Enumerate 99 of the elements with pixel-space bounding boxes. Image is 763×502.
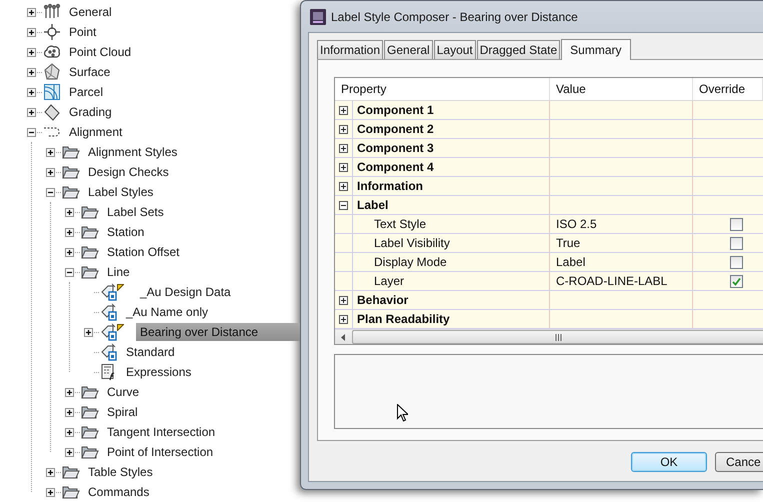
expand-icon[interactable] — [27, 48, 36, 56]
tab[interactable]: Dragged State — [476, 40, 560, 59]
expand-icon[interactable] — [27, 88, 36, 96]
tree-item[interactable]: Expressions — [122, 363, 196, 381]
dialog-button[interactable]: Cance — [715, 452, 763, 472]
horizontal-scrollbar[interactable] — [335, 329, 763, 344]
surface-icon — [43, 63, 61, 81]
category-label: Component 3 — [356, 141, 434, 155]
tab[interactable]: Summary — [561, 39, 630, 60]
tab[interactable]: Layout — [434, 40, 476, 59]
tree-item[interactable]: Point — [65, 23, 100, 41]
collapse-icon[interactable] — [339, 200, 348, 210]
expand-icon[interactable] — [46, 488, 55, 496]
category-label: Component 2 — [356, 122, 434, 136]
collapse-icon[interactable] — [46, 188, 55, 196]
category-label: Component 1 — [356, 103, 434, 117]
expand-icon[interactable] — [339, 314, 348, 324]
tree-item[interactable]: Standard — [122, 343, 179, 361]
column-header[interactable]: Override — [699, 82, 746, 96]
label-style-icon — [100, 283, 118, 301]
tree-item[interactable]: Point Cloud — [65, 43, 136, 61]
label-style-icon — [100, 343, 118, 361]
tree-item[interactable]: Commands — [84, 483, 154, 501]
expand-icon[interactable] — [65, 248, 74, 256]
property-name: Display Mode — [373, 255, 447, 269]
tree-item[interactable]: Tangent Intersection — [103, 423, 220, 441]
expand-icon[interactable] — [339, 106, 348, 114]
expand-icon[interactable] — [65, 208, 74, 216]
expand-icon[interactable] — [46, 148, 55, 156]
tree-item[interactable]: Parcel — [65, 83, 108, 101]
expand-icon[interactable] — [46, 168, 55, 176]
tab[interactable]: Information — [317, 40, 384, 59]
category-label: Information — [356, 179, 423, 193]
tree-item[interactable]: Bearing over Distance — [136, 323, 300, 341]
expand-icon[interactable] — [84, 328, 93, 336]
category-label: Component 4 — [356, 160, 434, 174]
tree-item[interactable]: General — [65, 3, 116, 21]
grip-icon — [554, 334, 562, 340]
collapse-icon[interactable] — [27, 128, 36, 136]
override-checkbox[interactable] — [730, 218, 743, 230]
category-label: Plan Readability — [356, 312, 450, 326]
expand-icon[interactable] — [27, 8, 36, 16]
app-icon — [310, 8, 326, 24]
value-cell: True — [550, 234, 693, 252]
expand-icon[interactable] — [65, 388, 74, 396]
tools-icon — [43, 3, 61, 21]
tree-item[interactable]: Line — [103, 263, 134, 281]
parcel-icon — [43, 83, 61, 101]
crosshair-icon — [43, 23, 61, 41]
expand-icon[interactable] — [339, 124, 348, 134]
dialog-button[interactable]: OK — [631, 452, 707, 472]
tree-item[interactable]: Alignment Styles — [84, 143, 182, 161]
window-title: Label Style Composer - Bearing over Distance — [331, 10, 578, 24]
expand-icon[interactable] — [339, 144, 348, 152]
left-arrow-icon[interactable] — [341, 334, 346, 340]
value-cell: ISO 2.5 — [550, 215, 693, 233]
tree-item[interactable]: Table Styles — [84, 463, 157, 481]
property-name: Text Style — [373, 217, 426, 231]
tree-item[interactable]: Label Sets — [103, 203, 168, 221]
tree-item[interactable]: Station — [103, 223, 148, 241]
expand-icon[interactable] — [339, 162, 348, 172]
tab[interactable]: General — [384, 40, 433, 59]
tree-item[interactable]: _Au Name only — [122, 303, 212, 321]
tree-item[interactable]: Label Styles — [84, 183, 158, 201]
expand-icon[interactable] — [65, 428, 74, 436]
tree-item[interactable]: Station Offset — [103, 243, 184, 261]
mouse-cursor-icon — [397, 404, 408, 422]
expand-icon[interactable] — [339, 182, 348, 190]
label-style-icon — [100, 303, 118, 321]
tree-item[interactable]: Curve — [103, 383, 144, 401]
override-checkbox[interactable] — [730, 274, 743, 288]
value-cell: Label — [550, 253, 693, 271]
override-checkbox[interactable] — [730, 256, 743, 268]
expand-icon[interactable] — [27, 108, 36, 116]
property-name: Layer — [373, 274, 404, 288]
tree-item[interactable]: Alignment — [65, 123, 126, 141]
override-checkbox[interactable] — [730, 236, 743, 250]
tree-item[interactable]: Spiral — [103, 403, 142, 421]
expand-icon[interactable] — [27, 28, 36, 36]
expand-icon[interactable] — [46, 468, 55, 476]
tree-item[interactable]: Design Checks — [84, 163, 173, 181]
label-style-icon — [100, 323, 118, 341]
value-cell: C-ROAD-LINE-LABL — [550, 272, 693, 290]
column-header[interactable]: Property — [341, 82, 386, 96]
property-name: Label Visibility — [373, 236, 450, 250]
category-label: Label — [356, 198, 388, 212]
expand-icon[interactable] — [27, 68, 36, 76]
column-header[interactable]: Value — [556, 82, 586, 96]
tree-item[interactable]: _Au Design Data — [136, 283, 235, 301]
collapse-icon[interactable] — [65, 268, 74, 276]
tree-item[interactable]: Point of Intersection — [103, 443, 218, 461]
expand-icon[interactable] — [65, 408, 74, 416]
tree-item[interactable]: Surface — [65, 63, 114, 81]
expand-icon[interactable] — [339, 296, 348, 304]
expand-icon[interactable] — [65, 228, 74, 236]
expand-icon[interactable] — [65, 448, 74, 456]
grading-icon — [43, 103, 61, 121]
tree-item[interactable]: Grading — [65, 103, 116, 121]
category-label: Behavior — [356, 293, 408, 307]
